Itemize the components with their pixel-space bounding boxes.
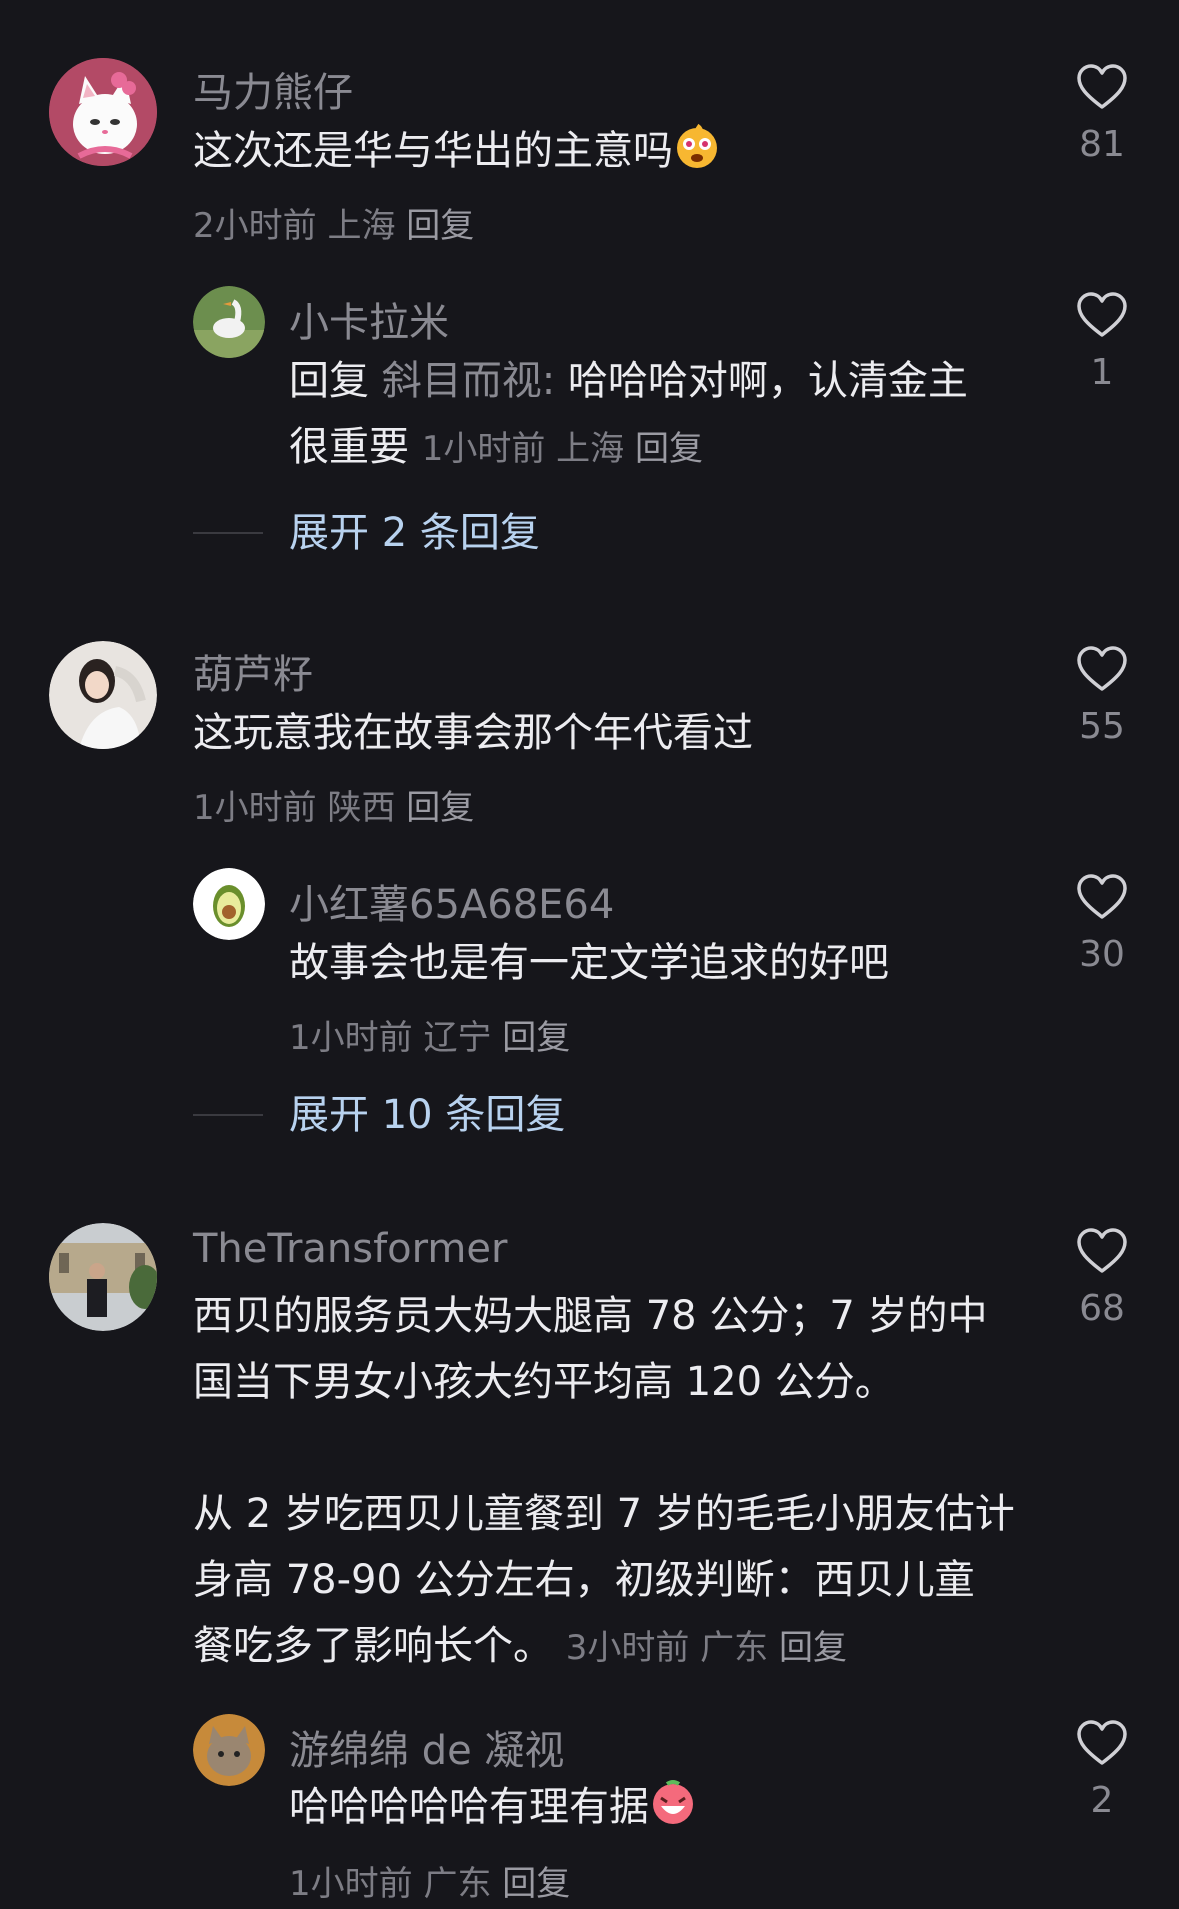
like-count: 2 (1090, 1780, 1114, 1821)
timestamp: 1小时前 (193, 788, 317, 828)
reply-text: 回复 斜目而视: 哈哈哈对啊，认清金主 很重要 1小时前 上海 回复 (289, 348, 1049, 482)
reply-meta: 1小时前 辽宁 回复 (289, 1010, 570, 1059)
comment-body-line: 餐吃多了影响长个。 (193, 1623, 553, 1669)
heart-icon (1077, 1228, 1127, 1273)
divider (193, 532, 263, 534)
comment-body-line: 西贝的服务员大妈大腿高 78 公分；7 岁的中 (193, 1293, 988, 1339)
like-button[interactable]: 2 (1070, 1720, 1134, 1821)
comment-body: 这次还是华与华出的主意吗 (193, 128, 673, 174)
reply-to-user[interactable]: 斜目而视: (382, 358, 555, 404)
location: 陕西 (327, 788, 396, 828)
expand-label[interactable]: 展开 2 条回复 (289, 500, 540, 558)
reply-prefix: 回复 (289, 358, 369, 404)
like-count: 1 (1090, 352, 1114, 393)
reply-button[interactable]: 回复 (502, 1864, 570, 1904)
reply-button[interactable]: 回复 (406, 206, 474, 246)
username[interactable]: 游绵绵 de 凝视 (289, 1718, 564, 1776)
location: 广东 (423, 1864, 492, 1904)
like-count: 68 (1079, 1288, 1125, 1329)
like-button[interactable]: 1 (1070, 292, 1134, 393)
reply-button[interactable]: 回复 (635, 429, 703, 469)
comment-meta: 1小时前 陕西 回复 (193, 780, 474, 829)
like-count: 55 (1079, 706, 1125, 747)
surprised-emoji (673, 122, 721, 190)
comment-body-line: 国当下男女小孩大约平均高 120 公分。 (193, 1359, 895, 1405)
cat2-avatar[interactable] (193, 1714, 265, 1786)
username[interactable]: 小红薯65A68E64 (289, 872, 614, 930)
username[interactable]: 小卡拉米 (289, 290, 449, 348)
heart-icon (1077, 1720, 1127, 1765)
reply-button[interactable]: 回复 (502, 1018, 570, 1058)
comment-text: 这次还是华与华出的主意吗 (193, 118, 721, 190)
timestamp: 1小时前 (421, 429, 546, 469)
heart-icon (1077, 292, 1127, 337)
location: 上海 (556, 429, 625, 469)
reply-text: 哈哈哈哈哈有理有据 (289, 1774, 697, 1846)
like-count: 30 (1079, 934, 1125, 975)
timestamp: 2小时前 (193, 206, 317, 246)
like-button[interactable]: 68 (1070, 1228, 1134, 1329)
username[interactable]: 马力熊仔 (193, 60, 353, 118)
username[interactable]: TheTransformer (193, 1226, 507, 1272)
heart-icon (1077, 874, 1127, 919)
like-count: 81 (1079, 124, 1125, 165)
goose-avatar[interactable] (193, 286, 265, 358)
cat-avatar[interactable] (49, 58, 157, 166)
timestamp: 1小时前 (289, 1018, 413, 1058)
comment-body-line: 身高 78-90 公分左右，初级判断：西贝儿童 (193, 1557, 975, 1603)
reply-meta: 1小时前 广东 回复 (289, 1856, 570, 1905)
reply-text: 故事会也是有一定文学追求的好吧 (289, 940, 889, 986)
comment-text: 西贝的服务员大妈大腿高 78 公分；7 岁的中 国当下男女小孩大约平均高 120… (193, 1283, 1053, 1681)
reply-body: 哈哈哈哈哈有理有据 (289, 1784, 649, 1830)
location: 辽宁 (423, 1018, 492, 1058)
reply-meta: 1小时前 上海 回复 (422, 429, 703, 469)
divider (193, 1114, 263, 1116)
location: 广东 (700, 1628, 769, 1668)
like-button[interactable]: 30 (1070, 874, 1134, 975)
expand-label[interactable]: 展开 10 条回复 (289, 1082, 565, 1140)
avocado-avatar[interactable] (193, 868, 265, 940)
like-button[interactable]: 81 (1070, 64, 1134, 165)
comment-text: 这玩意我在故事会那个年代看过 (193, 710, 753, 756)
comment-body-line: 从 2 岁吃西贝儿童餐到 7 岁的毛毛小朋友估计 (193, 1491, 1015, 1537)
man-avatar[interactable] (49, 1223, 157, 1331)
comment-meta: 3小时前 广东 回复 (566, 1628, 847, 1668)
location: 上海 (327, 206, 396, 246)
username[interactable]: 葫芦籽 (193, 642, 313, 700)
timestamp: 1小时前 (289, 1864, 413, 1904)
reply-body: 哈哈哈对啊，认清金主 (567, 358, 968, 404)
comment-meta: 2小时前 上海 回复 (193, 198, 474, 247)
reply-button[interactable]: 回复 (406, 788, 474, 828)
heart-icon (1077, 64, 1127, 109)
heart-icon (1077, 646, 1127, 691)
like-button[interactable]: 55 (1070, 646, 1134, 747)
timestamp: 3小时前 (565, 1628, 690, 1668)
reply-body: 很重要 (289, 424, 409, 470)
laughing-emoji (649, 1778, 697, 1846)
reply-button[interactable]: 回复 (779, 1628, 847, 1668)
girl-avatar[interactable] (49, 641, 157, 749)
